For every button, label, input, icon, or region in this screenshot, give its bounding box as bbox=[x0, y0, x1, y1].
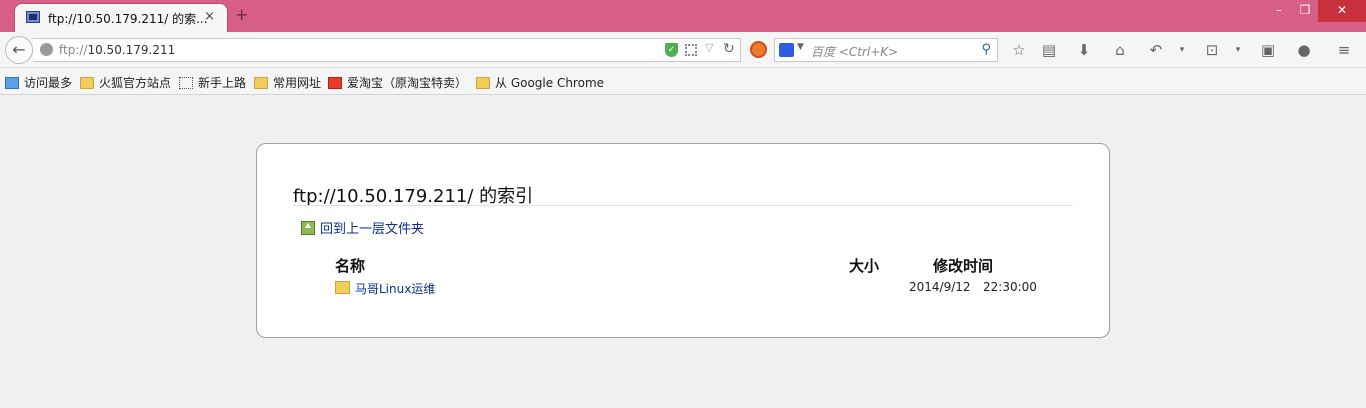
globe-icon bbox=[40, 43, 53, 56]
folder-icon bbox=[80, 77, 94, 89]
page-icon bbox=[179, 77, 193, 89]
url-dropdown-icon[interactable]: ▽ bbox=[705, 41, 713, 54]
bookmark-label: 火狐官方站点 bbox=[99, 76, 172, 90]
column-header-modified[interactable]: 修改时间 bbox=[933, 255, 993, 276]
bookmark-firefox-sites[interactable]: 火狐官方站点 bbox=[80, 74, 171, 90]
folder-icon bbox=[335, 281, 350, 294]
url-text[interactable]: ftp://10.50.179.211 bbox=[59, 43, 175, 57]
ftp-favicon-icon bbox=[26, 11, 40, 23]
url-scheme: ftp:// bbox=[59, 43, 88, 57]
modified-date: 2014/9/12 bbox=[909, 280, 971, 294]
maximize-button[interactable]: ❐ bbox=[1290, 0, 1320, 22]
parent-directory-link[interactable]: 回到上一层文件夹 bbox=[301, 218, 424, 237]
column-header-size[interactable]: 大小 bbox=[849, 255, 879, 276]
parent-directory-label: 回到上一层文件夹 bbox=[320, 222, 425, 237]
stop-icon[interactable] bbox=[750, 41, 767, 58]
qr-code-icon[interactable] bbox=[685, 44, 697, 56]
home-icon[interactable]: ⌂ bbox=[1110, 40, 1130, 60]
taobao-icon bbox=[328, 77, 342, 89]
chat-bubble-icon[interactable]: ● bbox=[1294, 40, 1314, 60]
bookmark-ai-taobao[interactable]: 爱淘宝（原淘宝特卖） bbox=[328, 74, 467, 90]
crop-dropdown-icon[interactable]: ▾ bbox=[1228, 40, 1248, 60]
bookmark-label: 从 Google Chrome bbox=[495, 76, 605, 90]
search-input[interactable]: 百度 <Ctrl+K> bbox=[811, 43, 898, 60]
reload-icon[interactable]: ↻ bbox=[723, 41, 735, 57]
reader-icon[interactable]: ▣ bbox=[1258, 40, 1278, 60]
search-icon[interactable]: ⚲ bbox=[981, 42, 991, 57]
tab-title: ftp://10.50.179.211/ 的索... bbox=[48, 12, 208, 26]
bookmark-common-sites[interactable]: 常用网址 bbox=[254, 74, 321, 90]
table-row: 马哥Linux运维 2014/9/12 22:30:00 bbox=[335, 280, 1055, 298]
undo-dropdown-icon[interactable]: ▾ bbox=[1172, 40, 1192, 60]
bookmark-label: 访问最多 bbox=[24, 76, 73, 90]
folder-icon bbox=[254, 77, 268, 89]
search-bar[interactable]: ▼ 百度 <Ctrl+K> ⚲ bbox=[774, 38, 998, 62]
back-button[interactable]: ← bbox=[5, 36, 33, 64]
bookmark-getting-started[interactable]: 新手上路 bbox=[179, 74, 246, 90]
title-divider bbox=[293, 205, 1073, 206]
modified-time: 22:30:00 bbox=[983, 280, 1037, 294]
bookmark-most-visited[interactable]: 访问最多 bbox=[5, 74, 72, 90]
screenshot-crop-icon[interactable]: ⊡ bbox=[1202, 40, 1222, 60]
back-arrow-icon: ← bbox=[12, 40, 26, 59]
star-bookmark-icon[interactable]: ☆ bbox=[1009, 40, 1029, 60]
bookmark-from-chrome[interactable]: 从 Google Chrome bbox=[476, 74, 604, 90]
baidu-engine-icon[interactable] bbox=[779, 43, 794, 57]
url-host: 10.50.179.211 bbox=[87, 43, 176, 57]
menu-icon[interactable]: ≡ bbox=[1334, 40, 1354, 60]
undo-icon[interactable]: ↶ bbox=[1146, 40, 1166, 60]
shield-icon[interactable]: ✓ bbox=[665, 43, 678, 57]
bookmark-label: 新手上路 bbox=[198, 76, 247, 90]
new-tab-button[interactable]: + bbox=[235, 5, 248, 24]
tab-close-icon[interactable]: × bbox=[204, 9, 215, 24]
most-visited-icon bbox=[5, 77, 19, 89]
reading-list-icon[interactable]: ▤ bbox=[1039, 40, 1059, 60]
close-window-button[interactable]: ✕ bbox=[1318, 0, 1366, 22]
url-bar[interactable]: ftp://10.50.179.211 ✓ ▽ ↻ bbox=[33, 38, 741, 62]
bookmark-label: 爱淘宝（原淘宝特卖） bbox=[347, 76, 468, 90]
ftp-index-card: ftp://10.50.179.211/ 的索引 回到上一层文件夹 名称 大小 … bbox=[256, 143, 1110, 338]
browser-tab[interactable]: ftp://10.50.179.211/ 的索... × bbox=[14, 3, 228, 33]
bookmarks-bar: 访问最多 火狐官方站点 新手上路 常用网址 爱淘宝（原淘宝特卖） 从 Googl… bbox=[0, 69, 1366, 95]
title-bar: ftp://10.50.179.211/ 的索... × + – ❐ ✕ bbox=[0, 0, 1366, 33]
column-header-name[interactable]: 名称 bbox=[335, 255, 365, 276]
folder-icon bbox=[476, 77, 490, 89]
up-folder-icon bbox=[301, 221, 315, 235]
bookmark-label: 常用网址 bbox=[273, 76, 322, 90]
navigation-bar: ← ftp://10.50.179.211 ✓ ▽ ↻ ▼ 百度 <Ctrl+K… bbox=[0, 32, 1366, 68]
download-icon[interactable]: ⬇ bbox=[1074, 40, 1094, 60]
engine-dropdown-icon[interactable]: ▼ bbox=[797, 42, 804, 52]
file-name-link[interactable]: 马哥Linux运维 bbox=[355, 280, 435, 297]
